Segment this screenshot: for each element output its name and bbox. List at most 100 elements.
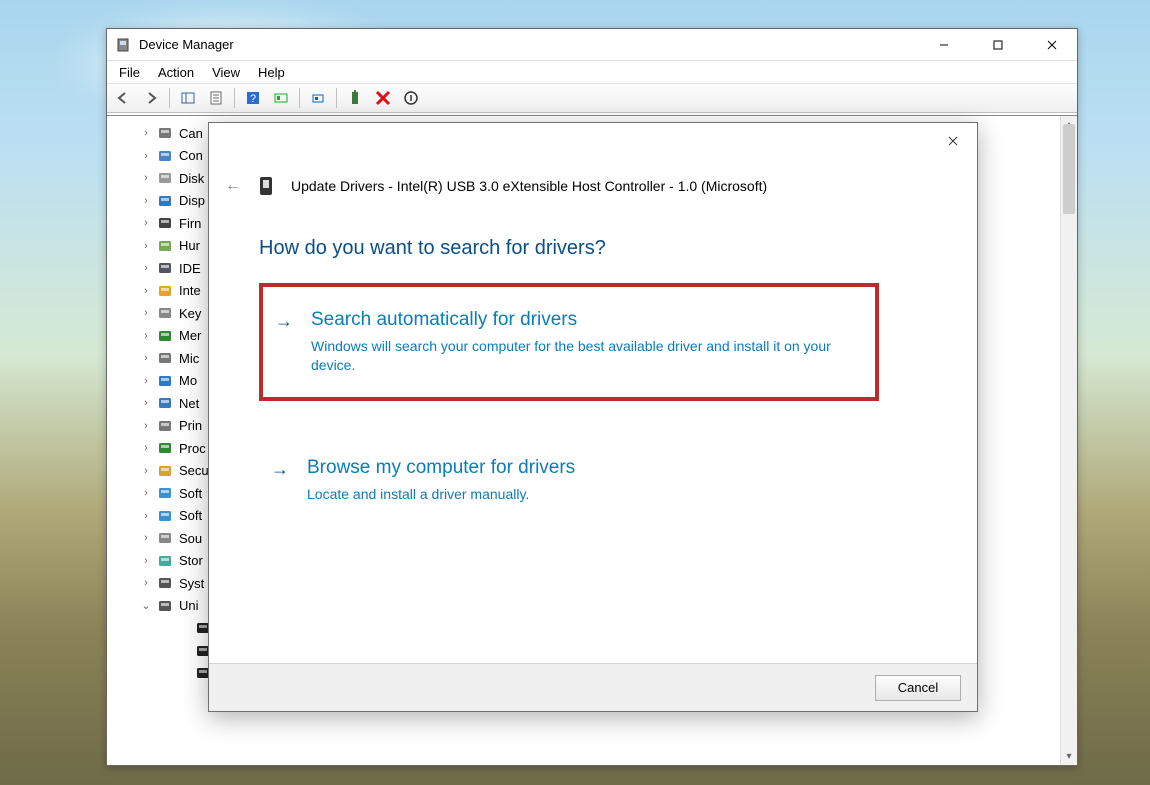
expand-icon[interactable]: › — [141, 510, 151, 522]
tree-item-label: Proc — [179, 441, 206, 456]
expand-icon[interactable]: › — [141, 262, 151, 274]
option1-desc: Windows will search your computer for th… — [311, 337, 865, 375]
tree-item-label: Mic — [179, 351, 199, 366]
enable-device-icon[interactable] — [343, 86, 367, 110]
firmware-icon — [157, 215, 173, 231]
device-icon — [257, 175, 275, 197]
expand-icon[interactable]: › — [141, 150, 151, 162]
tree-item-label: Disk — [179, 171, 204, 186]
menu-action[interactable]: Action — [150, 63, 202, 82]
option1-title: Search automatically for drivers — [311, 309, 865, 331]
show-hide-console-tree-icon[interactable] — [176, 86, 200, 110]
software2-icon — [157, 508, 173, 524]
expand-icon[interactable]: ⌄ — [141, 599, 151, 612]
expand-icon[interactable]: › — [141, 330, 151, 342]
toolbar-sep — [336, 88, 337, 108]
toolbar-sep — [169, 88, 170, 108]
update-driver-icon[interactable] — [306, 86, 330, 110]
expand-icon[interactable]: › — [141, 397, 151, 409]
expand-icon[interactable]: › — [141, 375, 151, 387]
disable-device-icon[interactable] — [371, 86, 395, 110]
uninstall-device-icon[interactable] — [399, 86, 423, 110]
tree-item-label: Mer — [179, 328, 201, 343]
arrow-right-icon: → — [275, 311, 293, 332]
help-icon[interactable]: ? — [241, 86, 265, 110]
menu-view[interactable]: View — [204, 63, 248, 82]
printer-icon — [157, 418, 173, 434]
expand-icon[interactable]: › — [141, 420, 151, 432]
tree-item-label: Key — [179, 306, 201, 321]
tree-item-label: Can — [179, 126, 203, 141]
usb-icon — [157, 598, 173, 614]
tree-item-label: Con — [179, 148, 203, 163]
camera-icon — [157, 125, 173, 141]
monitor-icon — [157, 373, 173, 389]
memory-icon — [157, 328, 173, 344]
svg-text:?: ? — [250, 93, 256, 105]
tree-item-label: Soft — [179, 508, 202, 523]
expand-icon[interactable]: › — [141, 532, 151, 544]
app-icon — [115, 37, 131, 53]
scan-hardware-icon[interactable] — [269, 86, 293, 110]
security-icon — [157, 463, 173, 479]
expand-icon[interactable]: › — [141, 172, 151, 184]
cancel-button[interactable]: Cancel — [875, 675, 961, 701]
nav-forward-icon[interactable] — [139, 86, 163, 110]
tree-item-label: Mo — [179, 373, 197, 388]
back-icon[interactable]: ← — [225, 177, 241, 195]
menu-help[interactable]: Help — [250, 63, 293, 82]
expand-icon[interactable]: › — [141, 217, 151, 229]
close-button[interactable] — [1029, 30, 1075, 60]
keyboard-icon — [157, 305, 173, 321]
menubar: File Action View Help — [107, 61, 1077, 83]
expand-icon[interactable]: › — [141, 487, 151, 499]
expand-icon[interactable]: › — [141, 195, 151, 207]
expand-icon[interactable]: › — [141, 352, 151, 364]
option-browse-computer[interactable]: → Browse my computer for drivers Locate … — [259, 435, 879, 526]
expand-icon[interactable]: › — [141, 555, 151, 567]
ide-icon — [157, 260, 173, 276]
tree-item-label: Stor — [179, 553, 203, 568]
dialog-close-button[interactable] — [937, 129, 969, 153]
window-title: Device Manager — [139, 37, 913, 52]
vertical-scrollbar[interactable]: ▴ ▾ — [1060, 116, 1077, 765]
tree-item-label: Soft — [179, 486, 202, 501]
option2-desc: Locate and install a driver manually. — [307, 485, 867, 504]
toolbar: ? — [107, 83, 1077, 113]
scroll-down-icon[interactable]: ▾ — [1061, 748, 1077, 765]
maximize-button[interactable] — [975, 30, 1021, 60]
option-search-automatically[interactable]: → Search automatically for drivers Windo… — [259, 283, 879, 401]
nav-back-icon[interactable] — [111, 86, 135, 110]
toolbar-sep — [234, 88, 235, 108]
scroll-thumb[interactable] — [1063, 124, 1075, 214]
tree-item-label: Prin — [179, 418, 202, 433]
system-icon — [157, 575, 173, 591]
expand-icon[interactable]: › — [141, 442, 151, 454]
properties-icon[interactable] — [204, 86, 228, 110]
expand-icon[interactable]: › — [141, 307, 151, 319]
tree-item-label: Inte — [179, 283, 201, 298]
menu-file[interactable]: File — [111, 63, 148, 82]
expand-icon[interactable]: › — [141, 240, 151, 252]
sound-icon — [157, 530, 173, 546]
dialog-header: ← Update Drivers - Intel(R) USB 3.0 eXte… — [225, 175, 767, 197]
software1-icon — [157, 485, 173, 501]
update-drivers-dialog: ← Update Drivers - Intel(R) USB 3.0 eXte… — [208, 122, 978, 712]
dialog-question: How do you want to search for drivers? — [259, 237, 606, 260]
storage-icon — [157, 553, 173, 569]
tree-item-label: Uni — [179, 598, 199, 613]
tree-item-label: IDE — [179, 261, 201, 276]
tree-item-label: Hur — [179, 238, 200, 253]
network-icon — [157, 395, 173, 411]
mouse-icon — [157, 350, 173, 366]
expand-icon[interactable]: › — [141, 465, 151, 477]
expand-icon[interactable]: › — [141, 577, 151, 589]
tree-item-label: Net — [179, 396, 199, 411]
tree-item-label: Firn — [179, 216, 201, 231]
disk-icon — [157, 170, 173, 186]
titlebar[interactable]: Device Manager — [107, 29, 1077, 61]
minimize-button[interactable] — [921, 30, 967, 60]
expand-icon[interactable]: › — [141, 127, 151, 139]
toolbar-sep — [299, 88, 300, 108]
expand-icon[interactable]: › — [141, 285, 151, 297]
